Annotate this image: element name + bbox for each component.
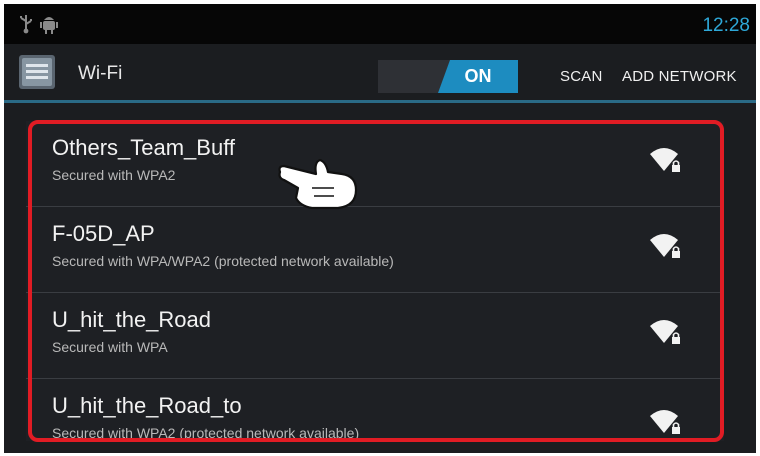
clock: 12:28 (702, 15, 750, 36)
network-ssid: Others_Team_Buff (52, 135, 236, 160)
android-debug-icon (40, 14, 58, 39)
wifi-settings-app-icon[interactable] (19, 55, 55, 89)
network-ssid: U_hit_the_Road_to (52, 393, 242, 418)
network-item[interactable]: U_hit_the_Road Secured with WPA (26, 293, 724, 379)
wifi-toggle[interactable]: ON (378, 60, 518, 93)
android-screen: 12:28 Wi-Fi ON SCAN ADD NETWORK Others_T… (4, 4, 756, 453)
wifi-locked-icon (648, 317, 684, 347)
toggle-on-label: ON (438, 60, 518, 93)
page-title: Wi-Fi (78, 63, 123, 84)
network-security: Secured with WPA (52, 339, 168, 355)
wifi-locked-icon (648, 231, 684, 261)
network-security: Secured with WPA2 (52, 167, 176, 183)
network-item[interactable]: U_hit_the_Road_to Secured with WPA2 (pro… (26, 379, 724, 441)
network-list: Others_Team_Buff Secured with WPA2 F-05D… (26, 121, 724, 441)
wifi-locked-icon (648, 145, 684, 175)
usb-icon (18, 14, 34, 39)
wifi-locked-icon (648, 407, 684, 437)
network-item[interactable]: F-05D_AP Secured with WPA/WPA2 (protecte… (26, 207, 724, 293)
network-security: Secured with WPA/WPA2 (protected network… (52, 253, 394, 269)
network-security: Secured with WPA2 (protected network ava… (52, 425, 360, 441)
scan-button[interactable]: SCAN (560, 68, 602, 85)
status-bar: 12:28 (4, 4, 756, 44)
pointing-hand-icon (276, 152, 360, 219)
add-network-button[interactable]: ADD NETWORK (622, 68, 737, 85)
network-ssid: F-05D_AP (52, 221, 155, 246)
action-bar: Wi-Fi ON SCAN ADD NETWORK (4, 44, 756, 103)
network-ssid: U_hit_the_Road (52, 307, 212, 332)
network-item[interactable]: Others_Team_Buff Secured with WPA2 (26, 121, 724, 207)
